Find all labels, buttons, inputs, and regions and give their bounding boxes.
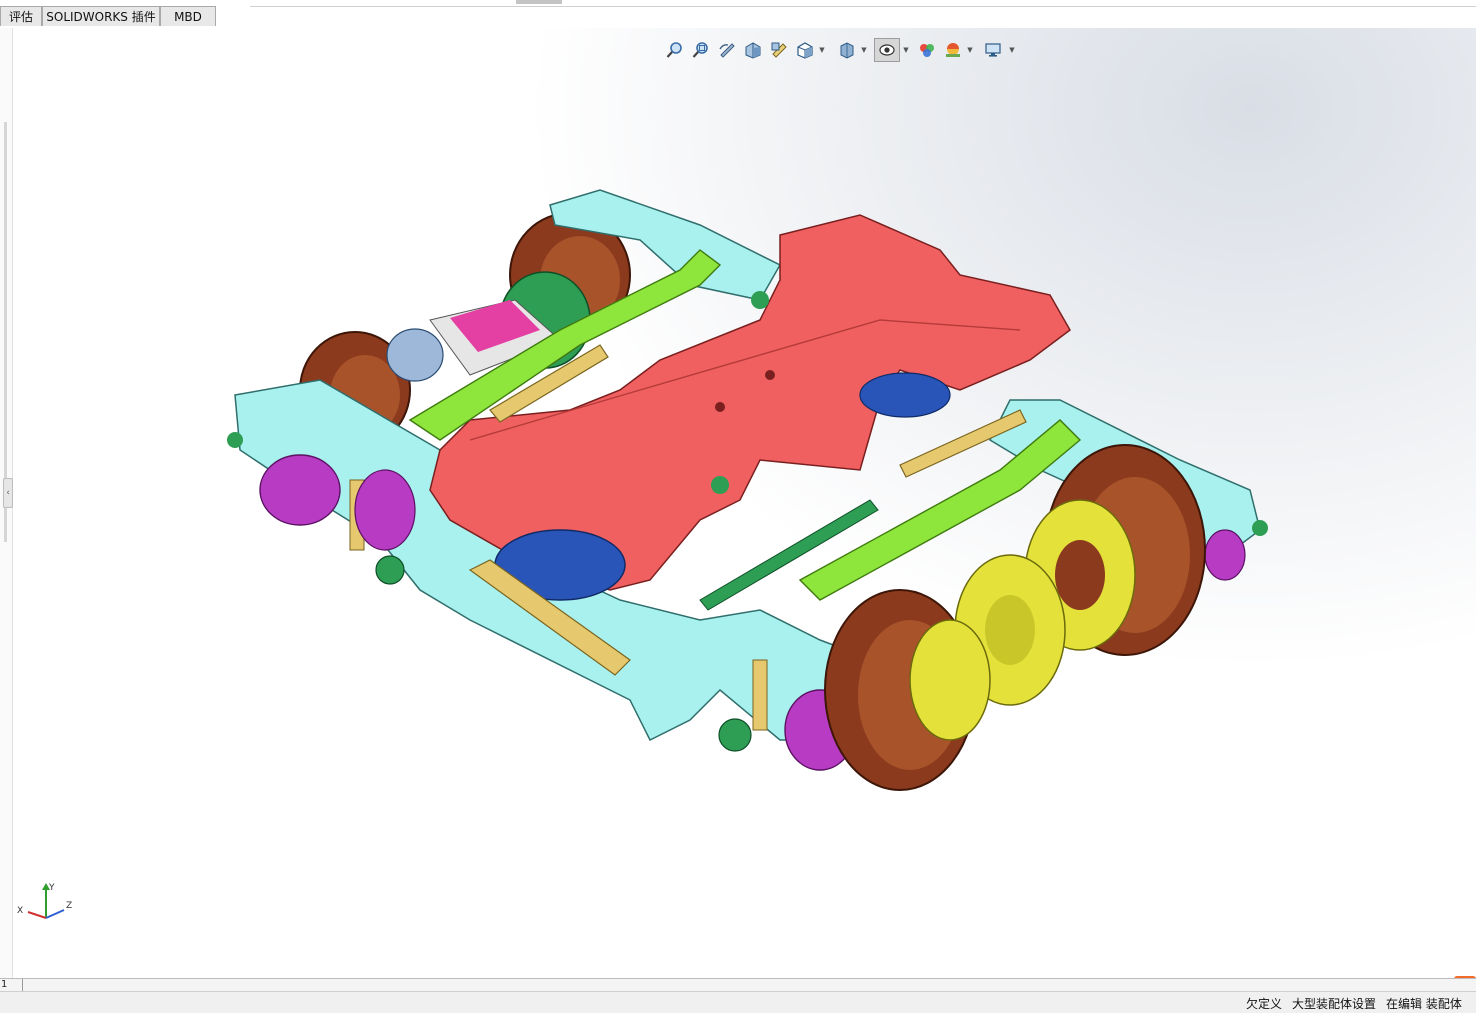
status-definition: 欠定义 bbox=[1246, 997, 1283, 1011]
graphics-area[interactable]: ‹ ▼ ▼ ▼ ▼ ▼ X Y Z bbox=[0, 28, 1476, 978]
coordinate-triad: X Y Z bbox=[17, 883, 72, 919]
tab-divider bbox=[250, 0, 1476, 7]
triad-y-label: Y bbox=[48, 883, 55, 893]
status-large-assembly-settings[interactable]: 大型装配体设置 bbox=[1292, 995, 1376, 1012]
tab-mbd[interactable]: MBD bbox=[160, 6, 216, 26]
bottom-tab-strip: 1 bbox=[0, 978, 1476, 992]
tab-scroll-thumb[interactable] bbox=[516, 0, 562, 4]
tab-evaluate[interactable]: 评估 bbox=[0, 6, 42, 26]
status-bar: 欠定义 大型装配体设置 在编辑 装配体 bbox=[0, 992, 1476, 1013]
bottom-tab-number[interactable]: 1 bbox=[1, 979, 7, 991]
divider bbox=[22, 979, 23, 991]
status-editing-context: 在编辑 装配体 bbox=[1386, 997, 1462, 1011]
command-manager-tabs: 评估 SOLIDWORKS 插件 MBD bbox=[0, 0, 1476, 29]
tab-solidworks-addins[interactable]: SOLIDWORKS 插件 bbox=[42, 6, 160, 26]
triad-x-label: X bbox=[17, 906, 23, 916]
triad-z-label: Z bbox=[66, 901, 72, 911]
bogie-assembly-model[interactable] bbox=[0, 28, 1476, 978]
